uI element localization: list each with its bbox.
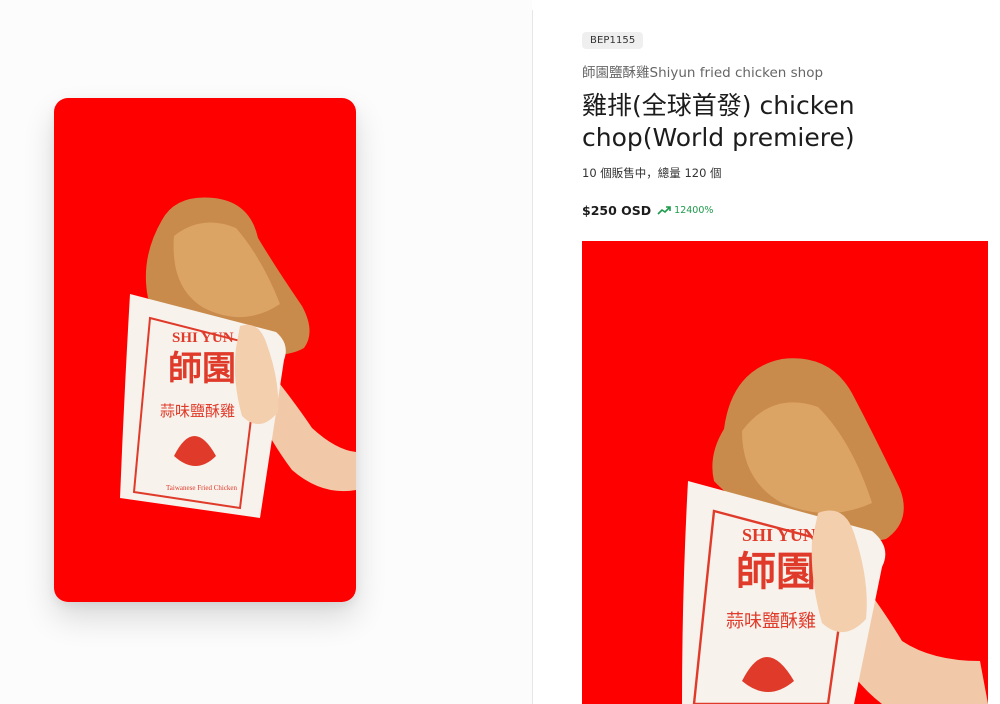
price: $250 OSD (582, 203, 652, 218)
panel-divider (532, 10, 533, 704)
bag-brand: SHI YUN (742, 525, 816, 545)
fried-chicken-image: SHI YUN 師園 蒜味鹽酥雞 Taiwanese Fried Chicken (54, 98, 356, 602)
bag-caption: Taiwanese Fried Chicken (166, 484, 238, 492)
bag-subtitle: 蒜味鹽酥雞 (160, 402, 235, 420)
shop-name[interactable]: 師園鹽酥雞Shiyun fried chicken shop (582, 61, 823, 81)
product-card-image[interactable]: SHI YUN 師園 蒜味鹽酥雞 Taiwanese Fried Chicken (54, 98, 356, 602)
product-title: 雞排(全球首發) chicken chop(World premiere) (582, 91, 855, 152)
bag-chinese-name: 師園 (168, 349, 236, 389)
fried-chicken-image-large: SHI YUN 師園 蒜味鹽酥雞 (582, 241, 988, 704)
stock-count: 10 個販售中，總量 120 個 (582, 166, 722, 180)
product-main-image[interactable]: SHI YUN 師園 蒜味鹽酥雞 (582, 241, 988, 704)
price-change: 12400% (657, 205, 713, 216)
change-percent: 12400% (674, 205, 714, 216)
bag-brand: SHI YUN (172, 330, 234, 346)
price-row: $250 OSD 12400% (582, 203, 713, 218)
bag-subtitle: 蒜味鹽酥雞 (726, 611, 816, 632)
sku-badge: BEP1155 (582, 32, 644, 49)
bag-chinese-name: 師園 (736, 548, 816, 595)
trending-up-icon (657, 205, 671, 215)
